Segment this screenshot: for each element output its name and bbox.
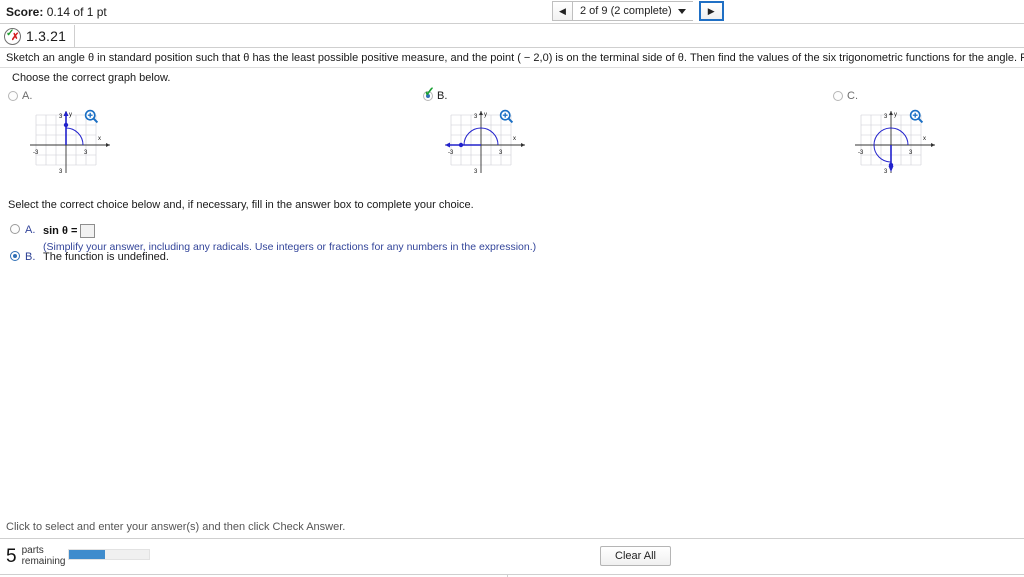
magnifier-plus-icon[interactable] (499, 109, 514, 124)
sin-equation-row: sin θ = (43, 224, 536, 238)
graph-b-canvas: y x 3 3 -3 3 (441, 107, 531, 177)
answer-choice-b-radio[interactable] (10, 251, 20, 261)
problem-id-bar: ✓ ✗ 1.3.21 (0, 24, 1024, 48)
parts-label-line2: remaining (21, 556, 66, 567)
question-position-label: 2 of 9 (2 complete) (580, 5, 672, 17)
score-display: Score: 0.14 of 1 pt (6, 5, 107, 19)
svg-text:3: 3 (474, 169, 478, 175)
score-value: 0.14 of 1 pt (46, 5, 107, 19)
question-position-dropdown[interactable]: 2 of 9 (2 complete) (573, 1, 693, 21)
problem-id-label: 1.3.21 (26, 28, 67, 44)
graph-option-b-header: ✓ B. (423, 85, 623, 103)
previous-question-button[interactable]: ◀ (552, 1, 573, 21)
angle-graph-90deg: y x 3 3 -3 3 (30, 111, 110, 175)
problem-statement-row: Sketch an angle θ in standard position s… (0, 48, 1024, 68)
question-navigator: ◀ 2 of 9 (2 complete) ▶ (552, 1, 724, 21)
graph-option-a: A. y x 3 3 -3 3 (8, 89, 208, 177)
problem-id-badge: ✓ ✗ 1.3.21 (4, 25, 76, 47)
answer-choice-b-letter: B. (25, 251, 36, 263)
answer-choice-a-body: sin θ = (Simplify your answer, including… (43, 224, 536, 253)
parts-remaining: 5 parts remaining (6, 545, 66, 567)
angle-graph-180deg: y x 3 3 -3 3 (445, 111, 525, 175)
red-cross-mark: ✗ (11, 31, 20, 43)
svg-text:x: x (98, 136, 101, 142)
clear-all-button[interactable]: Clear All (600, 546, 671, 566)
answer-prompt: Select the correct choice below and, if … (8, 199, 474, 211)
answer-choice-b: B. The function is undefined. (10, 251, 169, 263)
chevron-down-icon (677, 8, 686, 14)
graph-option-a-header: A. (8, 89, 208, 103)
parts-remaining-count: 5 (6, 545, 17, 567)
exercise-page: Score: 0.14 of 1 pt ◀ 2 of 9 (2 complete… (0, 0, 1024, 577)
sin-theta-input[interactable] (80, 224, 96, 238)
answer-choice-a-letter: A. (25, 224, 36, 236)
graph-option-c-letter: C. (847, 90, 858, 102)
answer-choice-b-label: The function is undefined. (43, 251, 169, 263)
footer-instruction: Click to select and enter your answer(s)… (6, 521, 346, 533)
next-question-button[interactable]: ▶ (698, 1, 724, 21)
answer-choice-a-radio[interactable] (10, 224, 20, 234)
graph-option-c: C. y x 3 3 -3 3 (833, 89, 1024, 177)
choose-graph-row: Choose the correct graph below. (0, 68, 1024, 89)
graph-a-canvas: y x 3 3 -3 3 (26, 107, 116, 177)
triangle-right-icon: ▶ (707, 5, 715, 16)
svg-text:x: x (923, 136, 926, 142)
svg-text:-3: -3 (448, 150, 454, 156)
score-label: Score: (6, 5, 44, 19)
graph-option-a-letter: A. (22, 90, 33, 102)
graph-option-b-radio[interactable] (423, 91, 433, 101)
check-and-cross-icon: ✓ ✗ (4, 27, 21, 45)
parts-remaining-label: parts remaining (22, 545, 66, 567)
parts-label-line1: parts (21, 545, 44, 556)
graph-option-c-header: C. (833, 89, 1024, 103)
svg-text:3: 3 (59, 169, 63, 175)
progress-bar-fill (69, 550, 105, 559)
svg-text:x: x (513, 136, 516, 142)
svg-text:3: 3 (884, 169, 888, 175)
graph-option-a-radio[interactable] (8, 91, 18, 101)
graph-option-b-letter: B. (437, 90, 448, 102)
sin-theta-label: sin θ = (43, 225, 78, 237)
svg-text:y: y (484, 112, 487, 118)
graph-c-canvas: y x 3 3 -3 3 (851, 107, 941, 177)
magnifier-plus-icon[interactable] (84, 109, 99, 124)
graph-options-group: A. y x 3 3 -3 3 ✓ B. y x 3 3 -3 3 C. y x… (0, 85, 1024, 181)
svg-text:y: y (894, 112, 897, 118)
score-bar: Score: 0.14 of 1 pt ◀ 2 of 9 (2 complete… (0, 0, 1024, 24)
problem-statement: Sketch an angle θ in standard position s… (6, 52, 1024, 64)
magnifier-plus-icon[interactable] (909, 109, 924, 124)
progress-bar (68, 549, 150, 560)
svg-text:-3: -3 (858, 150, 864, 156)
triangle-left-icon: ◀ (559, 5, 566, 16)
angle-graph-270deg: y x 3 3 -3 3 (855, 111, 935, 175)
footer-bar: 5 parts remaining Clear All (0, 538, 1024, 577)
svg-text:y: y (69, 112, 72, 118)
answer-choice-a: A. sin θ = (Simplify your answer, includ… (10, 224, 536, 253)
graph-option-c-radio[interactable] (833, 91, 843, 101)
graph-option-b: ✓ B. y x 3 3 -3 3 (423, 85, 623, 177)
svg-text:-3: -3 (33, 150, 39, 156)
choose-graph-prompt: Choose the correct graph below. (12, 72, 171, 84)
